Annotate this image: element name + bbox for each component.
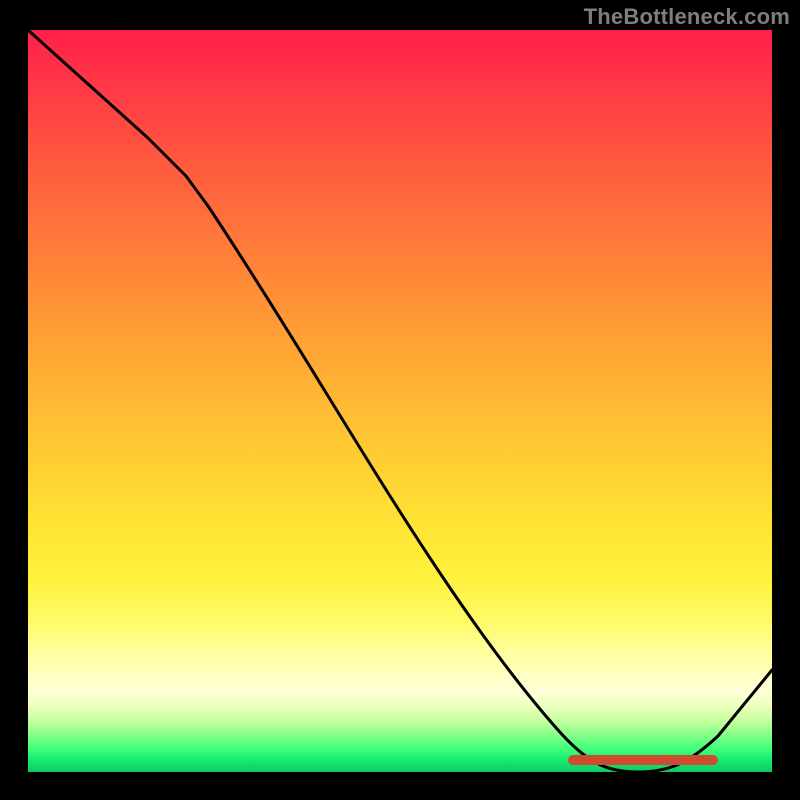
curve-path <box>28 30 772 772</box>
chart-container: TheBottleneck.com <box>0 0 800 800</box>
plot-area <box>28 30 772 772</box>
curve-line <box>28 30 772 772</box>
valley-marker <box>568 755 718 765</box>
attribution-text: TheBottleneck.com <box>584 4 790 30</box>
